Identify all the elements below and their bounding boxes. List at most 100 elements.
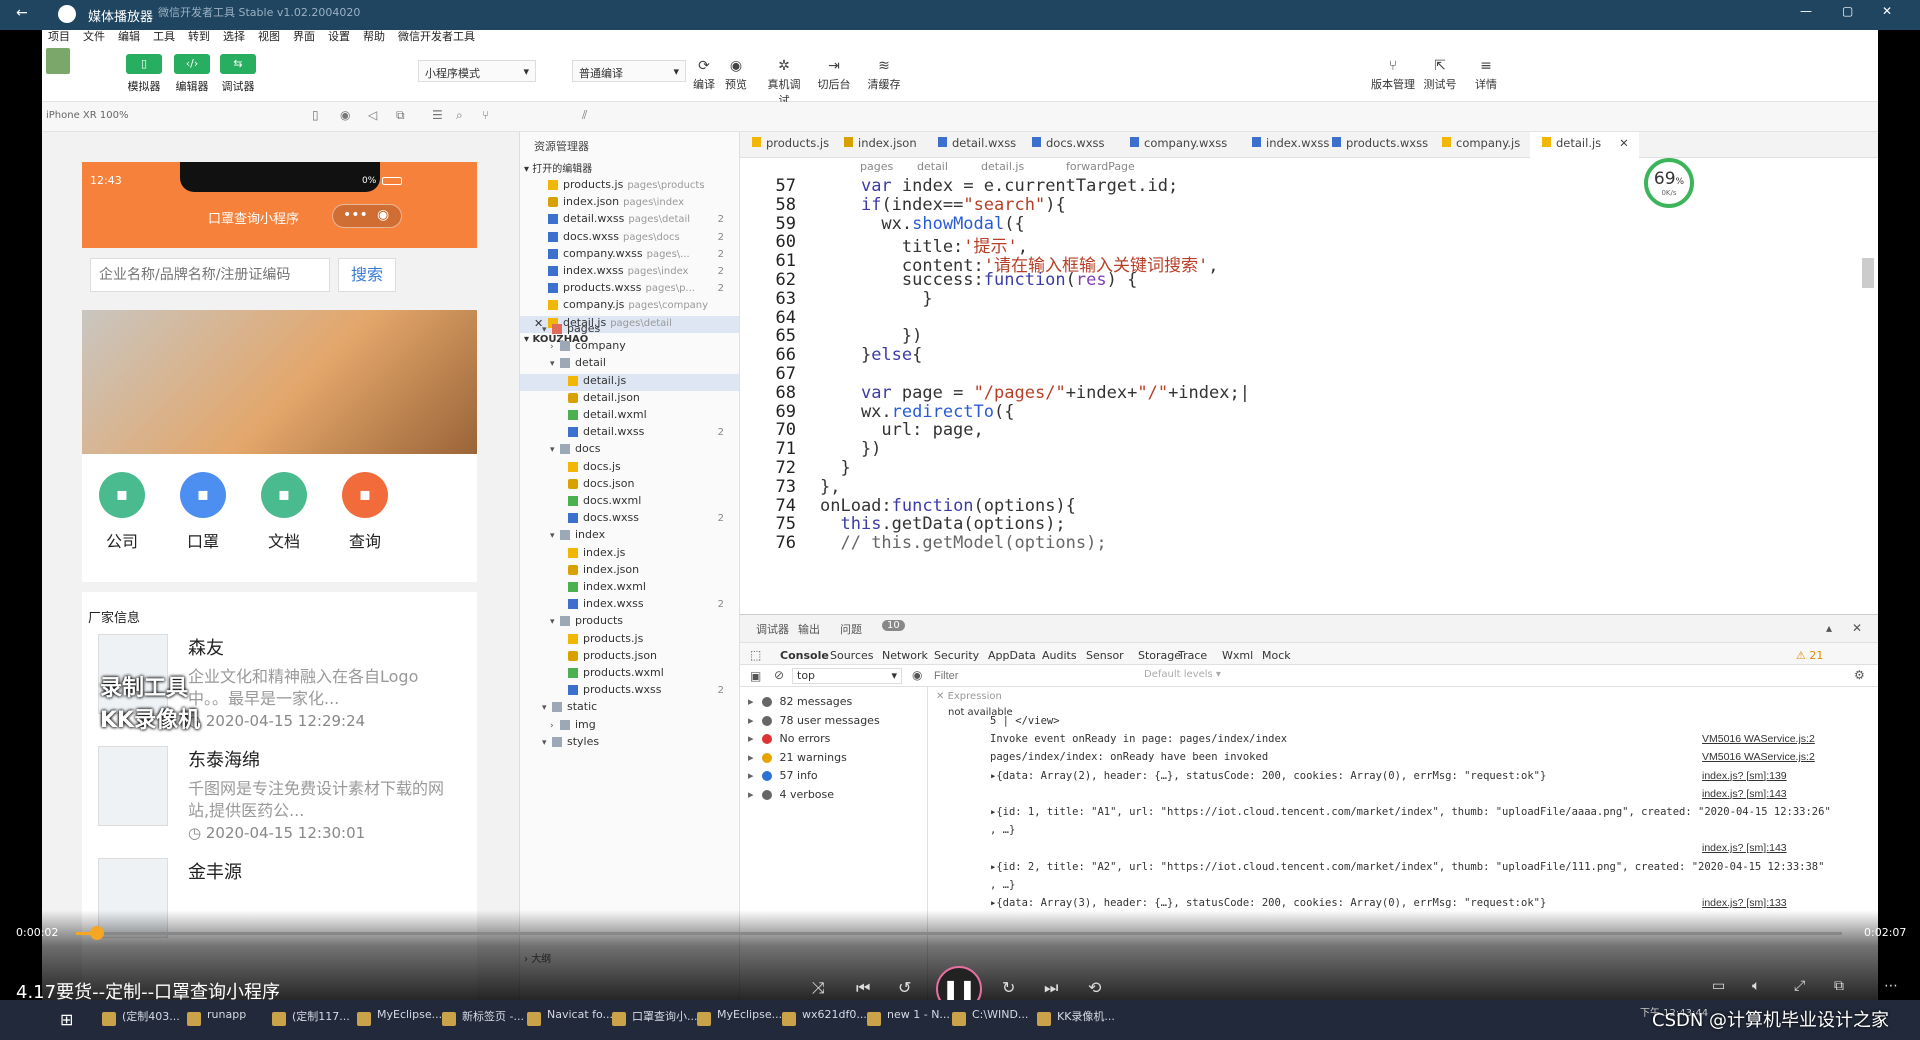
breadcrumb-item-2[interactable]: detail.js <box>981 160 1024 173</box>
progress-handle[interactable] <box>90 926 105 940</box>
tree-item-11[interactable]: docs.wxss 2 <box>520 511 739 528</box>
console-group-1[interactable]: ▸ 78 user messages <box>748 714 928 727</box>
taskbar-item-7[interactable]: MyEclipse... <box>695 1008 782 1032</box>
breadcrumb-item-3[interactable]: forwardPage <box>1066 160 1135 173</box>
tree-item-23[interactable]: › img <box>520 718 739 735</box>
sidebar-toggle-icon[interactable]: ▣ <box>750 669 761 683</box>
taskbar-item-11[interactable]: KK录像机... <box>1035 1008 1115 1032</box>
open-file-7[interactable]: company.js pages\company <box>520 298 739 315</box>
miniplayer-icon[interactable]: ⧉ <box>1834 978 1844 994</box>
test-account-button[interactable]: ⇱ 测试号 <box>1420 58 1460 92</box>
tree-item-19[interactable]: products.json <box>520 649 739 666</box>
tab-products-wxss[interactable]: products.wxss <box>1320 136 1438 150</box>
version-mgmt-button[interactable]: ⑂ 版本管理 <box>1368 58 1418 92</box>
open-file-2[interactable]: detail.wxss pages\detail 2 <box>520 212 739 229</box>
tab-products-js[interactable]: products.js <box>740 136 839 150</box>
tab-detail-js[interactable]: detail.js ✕ <box>1530 132 1639 159</box>
more-icon[interactable]: ⋯ <box>1884 978 1898 994</box>
devtools-tab-security[interactable]: Security <box>934 649 979 662</box>
banner-image[interactable] <box>82 310 477 454</box>
tree-item-9[interactable]: docs.json <box>520 477 739 494</box>
open-editors-header[interactable]: ▾ 打开的编辑器 <box>524 160 592 175</box>
progress-track[interactable] <box>76 926 1842 940</box>
log-source-link[interactable]: VM5016 WAService.js:2 <box>1702 733 1815 745</box>
tree-item-2[interactable]: ▾ detail <box>520 356 739 373</box>
console-group-2[interactable]: ▸ No errors <box>748 732 928 745</box>
rewind-icon[interactable]: ↺ <box>898 978 911 997</box>
devtools-tab-audits[interactable]: Audits <box>1042 649 1077 662</box>
device-icon[interactable]: ▯ <box>312 108 319 122</box>
taskbar-item-4[interactable]: 新标签页 -... <box>440 1008 524 1032</box>
tree-item-1[interactable]: › company <box>520 339 739 356</box>
capsule-menu[interactable]: ••• ◉ <box>332 204 402 228</box>
tree-item-22[interactable]: ▾ static <box>520 700 739 717</box>
details-button[interactable]: ≡ 详情 <box>1466 58 1506 92</box>
menu-item-2[interactable]: 编辑 <box>118 28 140 44</box>
tree-item-21[interactable]: products.wxss 2 <box>520 683 739 700</box>
forward-icon[interactable]: ↻ <box>1002 978 1015 997</box>
search-icon[interactable]: ⌕ <box>456 108 463 123</box>
back-arrow-icon[interactable]: ← <box>16 5 28 21</box>
windows-start-icon[interactable]: ⊞ <box>60 1010 73 1029</box>
gear-icon[interactable]: ⚙ <box>1854 668 1865 682</box>
taskbar-item-10[interactable]: C:\WIND... <box>950 1008 1028 1032</box>
menu-item-3[interactable]: 工具 <box>153 28 175 44</box>
menu-item-0[interactable]: 项目 <box>48 28 70 44</box>
tree-item-13[interactable]: index.js <box>520 546 739 563</box>
devtools-tab-network[interactable]: Network <box>882 649 928 662</box>
next-icon[interactable]: ⏭ <box>1044 978 1058 998</box>
tree-item-16[interactable]: index.wxss 2 <box>520 597 739 614</box>
log-source-link[interactable]: VM5016 WAService.js:2 <box>1702 751 1815 763</box>
tab-index-json[interactable]: index.json <box>832 136 927 150</box>
window-icon[interactable]: ⧉ <box>396 108 405 123</box>
panel-tab-1[interactable]: 输出 <box>798 621 820 637</box>
devtools-tab-storage[interactable]: Storage <box>1138 649 1181 662</box>
devtools-tab-mock[interactable]: Mock <box>1262 649 1291 662</box>
tab-company-js[interactable]: company.js <box>1430 136 1530 150</box>
devtools-tab-trace[interactable]: Trace <box>1178 649 1207 662</box>
devtools-tab-sources[interactable]: Sources <box>830 649 874 662</box>
context-select[interactable]: top ▾ <box>792 668 902 684</box>
category-1[interactable]: ▪ 口罩 <box>173 472 233 552</box>
devtools-tab-appdata[interactable]: AppData <box>988 649 1036 662</box>
tree-item-14[interactable]: index.json <box>520 563 739 580</box>
log-source-link[interactable]: index.js? [sm]:143 <box>1702 788 1787 800</box>
volume-icon[interactable]: ◁ <box>368 108 377 122</box>
clear-cache-button[interactable]: ≋ 清缓存 <box>864 58 904 92</box>
repeat-icon[interactable]: ⟲ <box>1088 978 1101 997</box>
console-group-5[interactable]: ▸ 4 verbose <box>748 788 928 801</box>
editor-button[interactable]: ‹/› 编辑器 <box>168 54 216 94</box>
eye-icon[interactable]: ◉ <box>912 668 922 682</box>
tab-docs-wxss[interactable]: docs.wxss <box>1020 136 1115 150</box>
close-window-icon[interactable]: ✕ <box>1882 4 1892 18</box>
tree-item-5[interactable]: detail.wxml <box>520 408 739 425</box>
taskbar-item-6[interactable]: 口罩查询小... <box>610 1008 698 1032</box>
tree-item-12[interactable]: ▾ index <box>520 528 739 545</box>
console-group-3[interactable]: ▸ 21 warnings <box>748 751 928 764</box>
more-icon[interactable]: ••• <box>343 207 368 223</box>
close-icon[interactable]: ✕ <box>1852 621 1862 635</box>
preview-button[interactable]: ◉ 预览 <box>716 58 756 92</box>
tree-item-18[interactable]: products.js <box>520 632 739 649</box>
category-3[interactable]: ▪ 查询 <box>335 472 395 552</box>
taskbar-item-2[interactable]: (定制117... <box>270 1008 350 1032</box>
panel-tab-2[interactable]: 问题 <box>840 621 862 637</box>
levels-select[interactable]: Default levels ▾ <box>1144 669 1221 680</box>
git-icon[interactable]: ⑂ <box>482 108 489 122</box>
tree-item-7[interactable]: ▾ docs <box>520 442 739 459</box>
previous-icon[interactable]: ⏮ <box>856 978 870 998</box>
news-item[interactable]: 东泰海绵 千图网是专注免费设计素材下载的网站,提供医药公... ◷ 2020-04-… <box>98 746 458 846</box>
filter-input[interactable] <box>934 668 1134 684</box>
menu-item-10[interactable]: 微信开发者工具 <box>398 28 475 44</box>
tree-item-24[interactable]: ▾ styles <box>520 735 739 752</box>
device-select[interactable]: iPhone XR 100% <box>46 110 129 121</box>
simulator-button[interactable]: ▯ 模拟器 <box>120 54 168 94</box>
maximize-icon[interactable]: ▢ <box>1842 4 1853 18</box>
breadcrumb-item-1[interactable]: detail <box>917 160 948 173</box>
clear-console-icon[interactable]: ⊘ <box>774 668 784 682</box>
close-icon[interactable]: ✕ <box>1619 136 1629 150</box>
search-button[interactable]: 搜索 <box>338 258 396 292</box>
volume-icon[interactable]: 🔈︎ <box>1752 978 1760 994</box>
menu-item-8[interactable]: 设置 <box>328 28 350 44</box>
minimize-icon[interactable]: — <box>1800 4 1812 18</box>
